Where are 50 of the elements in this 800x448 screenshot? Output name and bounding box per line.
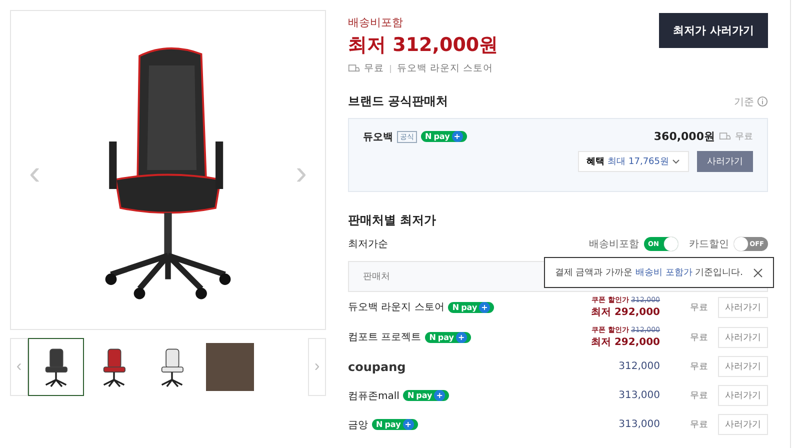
shipping-fee: 무료 [689, 419, 708, 431]
info-icon[interactable] [757, 96, 768, 107]
shipping-fee: 무료 [735, 131, 753, 143]
lowest-price-buy-button[interactable]: 최저가 사러가기 [659, 13, 768, 48]
price: 312,000 [618, 361, 660, 372]
seller-name: 컴퓨존mall [348, 390, 400, 402]
npay-badge: N pay + [372, 419, 418, 430]
seller-name: 금앙 [348, 418, 368, 432]
lowest-price: 최저 312,000원 [348, 33, 498, 58]
buy-button[interactable]: 사러가기 [697, 151, 753, 172]
column-header: 판매처 [363, 272, 390, 282]
thumbnail[interactable] [28, 338, 84, 396]
shipping-fee: 무료 [689, 302, 708, 314]
buy-button[interactable]: 사러가기 [718, 326, 768, 348]
buy-button[interactable]: 사러가기 [718, 414, 768, 435]
store-name: 듀오백 라운지 스토어 [397, 62, 494, 75]
lowest-price: 최저 292,000 [590, 336, 660, 349]
npay-badge: N pay + [425, 332, 471, 342]
truck-icon [719, 132, 731, 141]
npay-badge: N pay + [448, 302, 494, 312]
price: 313,000 [618, 390, 660, 401]
seller-name: 듀오백 [363, 130, 393, 144]
criteria-label: 기준 [734, 96, 754, 108]
shipping-fee: 무료 [364, 62, 384, 75]
npay-badge: N pay + [421, 131, 466, 142]
sort-option[interactable]: 최저가순 [348, 237, 388, 251]
section-title: 판매처별 최저가 [348, 212, 438, 229]
buy-button[interactable]: 사러가기 [718, 296, 768, 318]
shipping-fee: 무료 [689, 361, 708, 373]
seller-logo: coupang [348, 360, 406, 374]
buy-button[interactable]: 사러가기 [718, 356, 768, 377]
shipping-fee: 무료 [689, 332, 708, 344]
seller-name: 컴포트 프로젝트 [348, 331, 422, 344]
tooltip-text: 결제 금액과 가까운 배송비 포함가 기준입니다. [554, 267, 743, 279]
lowest-price: 최저 292,000 [590, 306, 660, 319]
truck-icon [348, 64, 360, 73]
buy-button[interactable]: 사러가기 [718, 385, 768, 406]
shipping-fee: 무료 [689, 390, 708, 402]
seller-name: 듀오백 라운지 스토어 [348, 301, 444, 314]
benefit-dropdown[interactable]: 혜택 최대 17,765원 [578, 151, 689, 172]
close-icon[interactable] [753, 268, 763, 278]
price: 313,000 [618, 419, 660, 430]
npay-badge: N pay + [403, 390, 449, 401]
photo-placeholder [206, 343, 254, 391]
shipping-included-label: 배송비포함 [348, 15, 404, 30]
official-price: 360,000원 [654, 129, 715, 144]
toggle-label: 배송비포함 [589, 238, 639, 251]
chevron-down-icon [672, 159, 680, 164]
toggle-label: 카드할인 [689, 238, 729, 251]
section-title: 브랜드 공식판매처 [348, 93, 448, 110]
